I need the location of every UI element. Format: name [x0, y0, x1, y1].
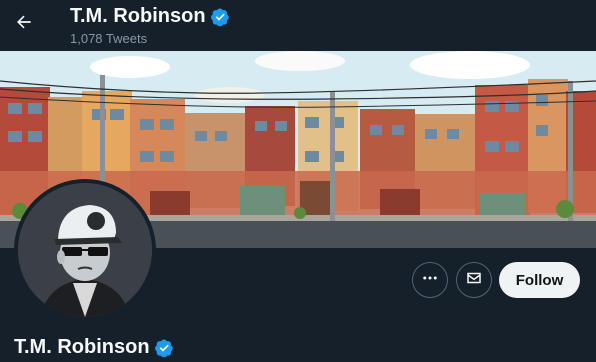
envelope-icon: [465, 269, 483, 292]
follow-button[interactable]: Follow: [499, 262, 580, 298]
profile-header-bar: T.M. Robinson 1,078 Tweets: [0, 0, 596, 51]
display-name: T.M. Robinson: [14, 336, 150, 358]
verified-badge-icon: [154, 338, 174, 358]
more-options-button[interactable]: [412, 262, 448, 298]
avatar[interactable]: [18, 183, 152, 317]
tweet-count: 1,078 Tweets: [70, 31, 148, 46]
message-button[interactable]: [456, 262, 492, 298]
back-button[interactable]: [9, 9, 39, 39]
header-name: T.M. Robinson: [70, 5, 206, 27]
back-arrow-icon: [14, 12, 34, 37]
more-icon: [421, 269, 439, 292]
display-name-row: T.M. Robinson: [14, 336, 174, 359]
profile-avatar-frame[interactable]: [14, 179, 156, 321]
verified-badge-icon: [210, 7, 230, 27]
header-name-row: T.M. Robinson: [70, 5, 230, 28]
